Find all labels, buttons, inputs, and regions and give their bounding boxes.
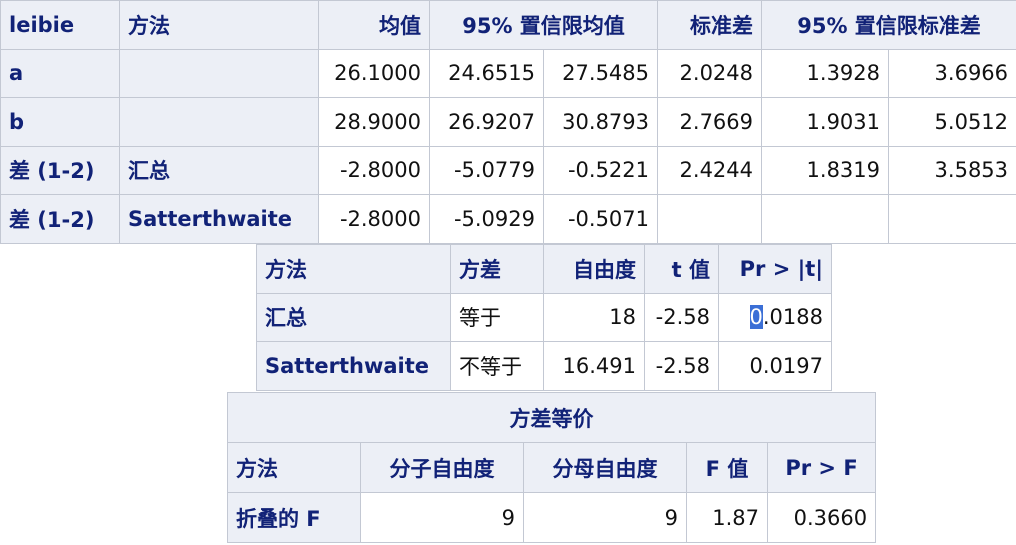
cell-f-value: 1.87: [686, 492, 768, 543]
row-method: 折叠的 F: [227, 492, 361, 543]
table-row: 差 (1-2) 汇总 -2.8000 -5.0779 -0.5221 2.424…: [0, 145, 1016, 195]
cell-std-lcl: [761, 194, 890, 244]
cell-mean-ucl: 27.5485: [542, 48, 659, 98]
cell-mean-lcl: 26.9207: [429, 97, 544, 147]
cell-std-ucl: 5.0512: [888, 97, 1016, 147]
row-label: b: [0, 97, 120, 147]
cell-mean: 26.1000: [318, 48, 430, 98]
cell-std-ucl: 3.5853: [888, 145, 1016, 195]
ttest-table: 方法 方差 自由度 t 值 Pr > |t| 汇总 等于 18 -2.58 0.…: [256, 244, 832, 391]
table-row: b 28.9000 26.9207 30.8793 2.7669 1.9031 …: [0, 97, 1016, 147]
cell-p-value[interactable]: 0.0188: [718, 292, 832, 342]
cell-mean: -2.8000: [318, 194, 430, 244]
cell-mean-ucl: 30.8793: [542, 97, 659, 147]
cell-std: 2.4244: [657, 145, 763, 195]
cell-df: 16.491: [543, 341, 645, 391]
cell-std: [657, 194, 763, 244]
cell-mean-lcl: -5.0929: [429, 194, 544, 244]
row-method: 汇总: [256, 292, 451, 342]
row-method: Satterthwaite: [119, 194, 319, 244]
cell-std: 2.0248: [657, 48, 763, 98]
cell-std-lcl: 1.3928: [761, 48, 890, 98]
title-row: 方差等价: [226, 392, 877, 443]
table-row: a 26.1000 24.6515 27.5485 2.0248 1.3928 …: [0, 48, 1016, 98]
table-row: 汇总 等于 18 -2.58 0.0188: [256, 292, 832, 342]
header-f-value: F 值: [686, 442, 768, 493]
text-cursor-selection: 0: [749, 305, 763, 330]
cell-std: 2.7669: [657, 97, 763, 147]
table-row: 折叠的 F 9 9 1.87 0.3660: [227, 492, 877, 543]
cell-std-ucl: [888, 194, 1016, 244]
cell-mean-ucl: -0.5071: [542, 194, 659, 244]
header-den-df: 分母自由度: [523, 442, 687, 493]
cell-variance: 不等于: [450, 341, 544, 391]
header-p-f: Pr > F: [766, 442, 877, 493]
statistics-table: leibie 方法 均值 95% 置信限均值 标准差 95% 置信限标准差 a …: [0, 0, 1016, 244]
cell-p-f: 0.3660: [766, 492, 877, 543]
cell-std-lcl: 1.9031: [761, 97, 890, 147]
cell-variance: 等于: [450, 292, 544, 342]
cell-mean-ucl: -0.5221: [542, 145, 659, 195]
cell-mean: -2.8000: [318, 145, 430, 195]
header-method: 方法: [256, 244, 451, 294]
cell-std-lcl: 1.8319: [761, 145, 890, 195]
cell-df: 18: [543, 292, 645, 342]
header-mean: 均值: [318, 0, 430, 50]
row-method: Satterthwaite: [256, 341, 451, 391]
cell-p-value: 0.0197: [718, 341, 832, 391]
header-mean-cl: 95% 置信限均值: [428, 0, 659, 50]
header-num-df: 分子自由度: [360, 442, 524, 493]
row-label: a: [0, 48, 120, 98]
cell-t-value: -2.58: [644, 341, 719, 391]
header-df: 自由度: [543, 244, 645, 294]
header-p-value: Pr > |t|: [718, 244, 832, 294]
header-method: 方法: [227, 442, 361, 493]
header-row: 方法 分子自由度 分母自由度 F 值 Pr > F: [227, 442, 877, 493]
header-leibie: leibie: [0, 0, 120, 50]
header-variance: 方差: [450, 244, 544, 294]
p-value-rest: .0188: [762, 305, 823, 330]
table-row: 差 (1-2) Satterthwaite -2.8000 -5.0929 -0…: [0, 194, 1016, 244]
cell-den-df: 9: [523, 492, 687, 543]
row-method: 汇总: [119, 145, 319, 195]
header-row: leibie 方法 均值 95% 置信限均值 标准差 95% 置信限标准差: [0, 0, 1016, 50]
header-row: 方法 方差 自由度 t 值 Pr > |t|: [256, 244, 832, 294]
header-method: 方法: [119, 0, 319, 50]
row-label: 差 (1-2): [0, 194, 120, 244]
cell-std-ucl: 3.6966: [888, 48, 1016, 98]
header-std: 标准差: [657, 0, 763, 50]
row-label: 差 (1-2): [0, 145, 120, 195]
header-std-cl: 95% 置信限标准差: [761, 0, 1016, 50]
cell-mean-lcl: 24.6515: [429, 48, 544, 98]
cell-num-df: 9: [360, 492, 524, 543]
header-t-value: t 值: [644, 244, 719, 294]
cell-mean: 28.9000: [318, 97, 430, 147]
row-method: [119, 48, 319, 98]
equality-of-variances-table: 方差等价 方法 分子自由度 分母自由度 F 值 Pr > F 折叠的 F 9 9…: [226, 392, 877, 543]
cell-t-value: -2.58: [644, 292, 719, 342]
row-method: [119, 97, 319, 147]
table-title: 方差等价: [226, 392, 877, 443]
table-row: Satterthwaite 不等于 16.491 -2.58 0.0197: [256, 341, 832, 391]
cell-mean-lcl: -5.0779: [429, 145, 544, 195]
